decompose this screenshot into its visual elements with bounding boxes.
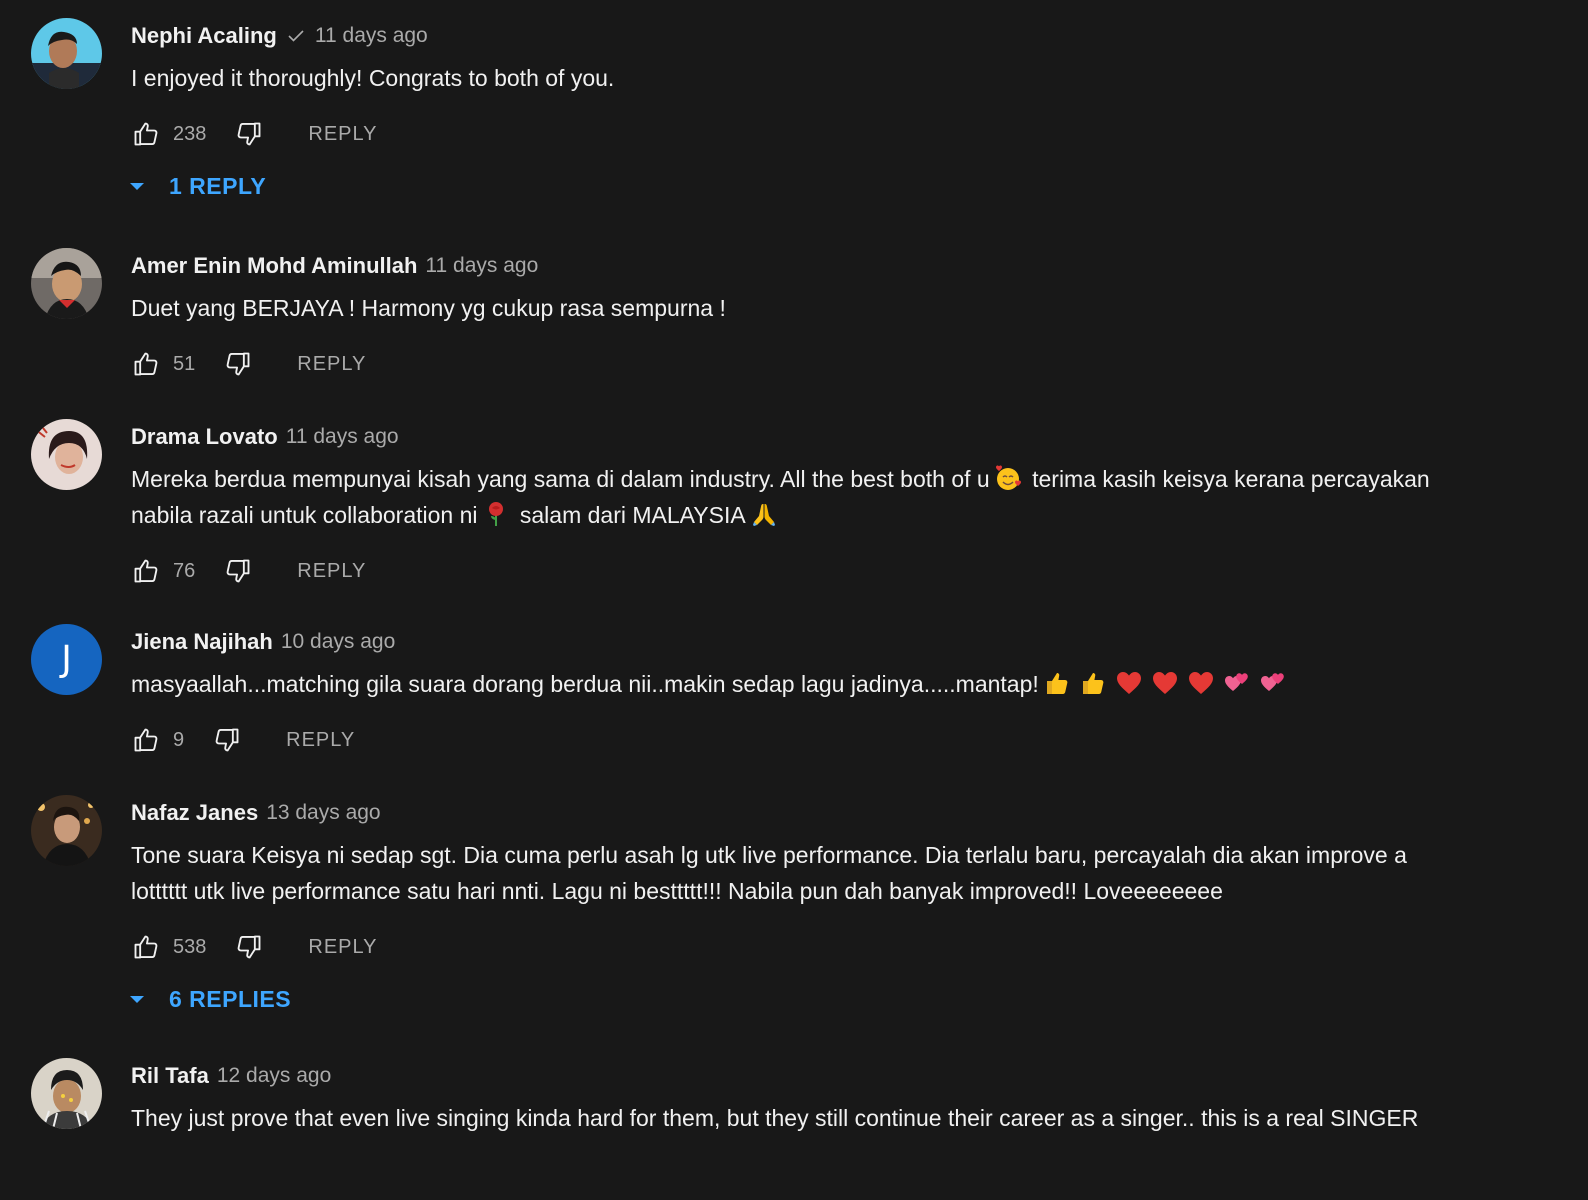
red-heart-emoji-icon	[1115, 669, 1143, 697]
thumbs-down-icon	[213, 726, 241, 754]
red-heart-emoji-icon	[1187, 669, 1215, 697]
avatar[interactable]	[31, 419, 102, 490]
like-count: 76	[173, 559, 196, 582]
avatar[interactable]	[31, 1058, 102, 1129]
comment-timestamp[interactable]: 13 days ago	[266, 801, 380, 825]
like-count: 538	[173, 935, 207, 958]
thumbs-up-icon	[132, 557, 160, 585]
reply-button[interactable]: REPLY	[286, 729, 355, 752]
dislike-button[interactable]	[223, 349, 253, 379]
thumbs-up-icon	[132, 120, 160, 148]
dislike-button[interactable]	[223, 556, 253, 586]
comment-text-part: masyaallah...matching gila suara dorang …	[131, 671, 1039, 697]
replies-label: 6 REPLIES	[169, 985, 292, 1012]
caret-down-icon	[127, 989, 147, 1009]
thumbs-up-icon	[132, 350, 160, 378]
comment-text: They just prove that even live singing k…	[131, 1105, 1419, 1131]
comment-author[interactable]: Nafaz Janes	[131, 800, 258, 826]
comment-timestamp[interactable]: 12 days ago	[217, 1064, 331, 1088]
view-replies-button[interactable]: 1 REPLY	[131, 166, 1438, 206]
like-button[interactable]	[131, 119, 161, 149]
view-replies-button[interactable]: 6 REPLIES	[131, 979, 1438, 1019]
verified-check-icon	[285, 25, 307, 47]
like-button[interactable]	[131, 349, 161, 379]
thumbs-up-emoji-icon	[1043, 669, 1071, 697]
avatar[interactable]	[31, 248, 102, 319]
rose-emoji-icon	[482, 500, 510, 528]
comment-text-part: Mereka berdua mempunyai kisah yang sama …	[131, 466, 990, 492]
reply-button[interactable]: REPLY	[308, 123, 377, 146]
comment-actions: 76 REPLY	[131, 551, 1438, 591]
reply-button[interactable]: REPLY	[308, 936, 377, 959]
like-count: 51	[173, 352, 196, 375]
comment-timestamp[interactable]: 11 days ago	[315, 24, 428, 48]
thumbs-down-icon	[224, 557, 252, 585]
comment-actions: 51 REPLY	[131, 344, 1438, 384]
comments-section: Nephi Acaling 11 days ago I enjoyed it t…	[0, 0, 1588, 1200]
dislike-button[interactable]	[212, 725, 242, 755]
like-button[interactable]	[131, 932, 161, 962]
two-hearts-emoji-icon	[1223, 669, 1251, 697]
avatar[interactable]: J	[31, 624, 102, 695]
comment-text: Duet yang BERJAYA ! Harmony yg cukup ras…	[131, 295, 726, 321]
like-count: 238	[173, 122, 207, 145]
comment-text: masyaallah...matching gila suara dorang …	[131, 666, 1438, 702]
comment-timestamp[interactable]: 10 days ago	[281, 630, 395, 654]
comment-author[interactable]: Drama Lovato	[131, 424, 278, 450]
dislike-button[interactable]	[234, 932, 264, 962]
thumbs-down-icon	[224, 350, 252, 378]
avatar[interactable]	[31, 18, 102, 89]
comment-text: Tone suara Keisya ni sedap sgt. Dia cuma…	[131, 842, 1407, 904]
like-button[interactable]	[131, 725, 161, 755]
smiling-face-with-hearts-emoji-icon	[994, 464, 1022, 492]
dislike-button[interactable]	[234, 119, 264, 149]
comment-timestamp[interactable]: 11 days ago	[425, 254, 538, 278]
two-hearts-emoji-icon	[1259, 669, 1287, 697]
reply-button[interactable]: REPLY	[297, 353, 366, 376]
like-count: 9	[173, 728, 185, 751]
red-heart-emoji-icon	[1151, 669, 1179, 697]
caret-down-icon	[127, 176, 147, 196]
comment-actions: 9 REPLY	[131, 720, 1438, 760]
thumbs-down-icon	[235, 933, 263, 961]
comment-author[interactable]: Jiena Najihah	[131, 629, 273, 655]
comment-text-part: salam dari MALAYSIA	[513, 502, 746, 528]
reply-button[interactable]: REPLY	[297, 560, 366, 583]
thumbs-up-emoji-icon	[1079, 669, 1107, 697]
thumbs-up-icon	[132, 933, 160, 961]
like-button[interactable]	[131, 556, 161, 586]
comment-author[interactable]: Ril Tafa	[131, 1063, 209, 1089]
comment-text: Mereka berdua mempunyai kisah yang sama …	[131, 461, 1438, 533]
comment-text: I enjoyed it thoroughly! Congrats to bot…	[131, 65, 615, 91]
folded-hands-emoji-icon	[750, 500, 778, 528]
thumbs-down-icon	[235, 120, 263, 148]
comment-actions: 538 REPLY	[131, 927, 1438, 967]
comment-actions: 238 REPLY	[131, 114, 1438, 154]
thumbs-up-icon	[132, 726, 160, 754]
comment-timestamp[interactable]: 11 days ago	[286, 425, 399, 449]
avatar[interactable]	[31, 795, 102, 866]
replies-label: 1 REPLY	[169, 172, 267, 199]
comment-author[interactable]: Nephi Acaling	[131, 23, 277, 49]
comment-author[interactable]: Amer Enin Mohd Aminullah	[131, 253, 417, 279]
